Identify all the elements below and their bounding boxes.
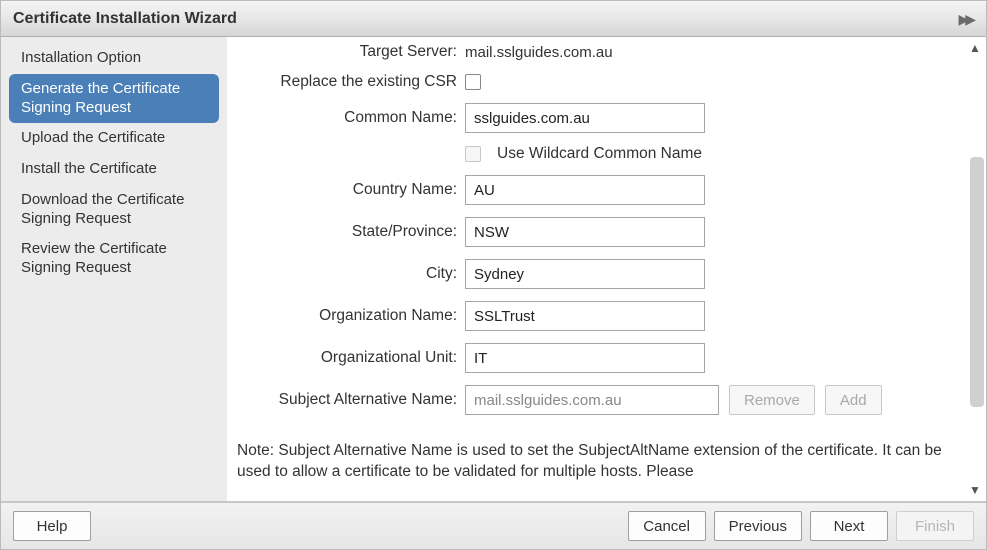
wizard-window: Certificate Installation Wizard ▶▶ Insta… [0, 0, 987, 550]
checkbox-replace-csr[interactable] [465, 74, 481, 90]
step-generate-csr[interactable]: Generate the Certificate Signing Request [9, 74, 219, 124]
label-wildcard: Use Wildcard Common Name [497, 145, 702, 163]
sidebar: Installation Option Generate the Certifi… [1, 37, 227, 501]
value-target-server: mail.sslguides.com.au [465, 44, 613, 61]
step-label: Upload the Certificate [21, 129, 165, 146]
next-button[interactable]: Next [810, 511, 888, 541]
row-wildcard: Use Wildcard Common Name [237, 145, 962, 163]
input-common-name[interactable] [465, 103, 705, 133]
input-country[interactable] [465, 175, 705, 205]
label-common-name: Common Name: [237, 109, 465, 127]
label-state: State/Province: [237, 223, 465, 241]
checkbox-wildcard[interactable] [465, 146, 481, 162]
help-button[interactable]: Help [13, 511, 91, 541]
label-target-server: Target Server: [237, 43, 465, 61]
remove-san-button[interactable]: Remove [729, 385, 815, 415]
input-san[interactable] [465, 385, 719, 415]
row-country: Country Name: [237, 175, 962, 205]
add-san-button[interactable]: Add [825, 385, 882, 415]
label-country: Country Name: [237, 181, 465, 199]
window-title: Certificate Installation Wizard [13, 10, 237, 28]
label-city: City: [237, 265, 465, 283]
footer: Help Cancel Previous Next Finish [1, 501, 986, 549]
dock-right-icon[interactable]: ▶▶ [958, 11, 972, 28]
step-upload-certificate[interactable]: Upload the Certificate [1, 123, 219, 154]
input-city[interactable] [465, 259, 705, 289]
row-target-server: Target Server: mail.sslguides.com.au [237, 43, 962, 61]
cancel-button[interactable]: Cancel [628, 511, 706, 541]
input-org[interactable] [465, 301, 705, 331]
row-replace-csr: Replace the existing CSR [237, 73, 962, 91]
wizard-body: Installation Option Generate the Certifi… [1, 37, 986, 501]
label-replace-csr: Replace the existing CSR [237, 73, 465, 91]
san-note: Note: Subject Alternative Name is used t… [237, 441, 947, 483]
form-area: Target Server: mail.sslguides.com.au Rep… [227, 37, 986, 501]
input-state[interactable] [465, 217, 705, 247]
step-label: Download the Certificate Signing Request [21, 191, 184, 227]
step-review-csr[interactable]: Review the Certificate Signing Request [1, 234, 219, 284]
step-label: Installation Option [21, 49, 141, 66]
row-san: Subject Alternative Name: Remove Add [237, 385, 962, 415]
input-ou[interactable] [465, 343, 705, 373]
previous-button[interactable]: Previous [714, 511, 802, 541]
step-download-csr[interactable]: Download the Certificate Signing Request [1, 185, 219, 235]
row-city: City: [237, 259, 962, 289]
label-org: Organization Name: [237, 307, 465, 325]
step-label: Install the Certificate [21, 160, 157, 177]
step-install-certificate[interactable]: Install the Certificate [1, 154, 219, 185]
row-common-name: Common Name: [237, 103, 962, 133]
row-org: Organization Name: [237, 301, 962, 331]
step-label: Review the Certificate Signing Request [21, 240, 167, 276]
finish-button[interactable]: Finish [896, 511, 974, 541]
step-label: Generate the Certificate Signing Request [21, 80, 180, 116]
main-panel: ▲ ▼ Target Server: mail.sslguides.com.au… [227, 37, 986, 501]
row-ou: Organizational Unit: [237, 343, 962, 373]
step-installation-option[interactable]: Installation Option [1, 43, 219, 74]
label-ou: Organizational Unit: [237, 349, 465, 367]
label-san: Subject Alternative Name: [237, 391, 465, 409]
row-state: State/Province: [237, 217, 962, 247]
titlebar: Certificate Installation Wizard ▶▶ [1, 1, 986, 37]
